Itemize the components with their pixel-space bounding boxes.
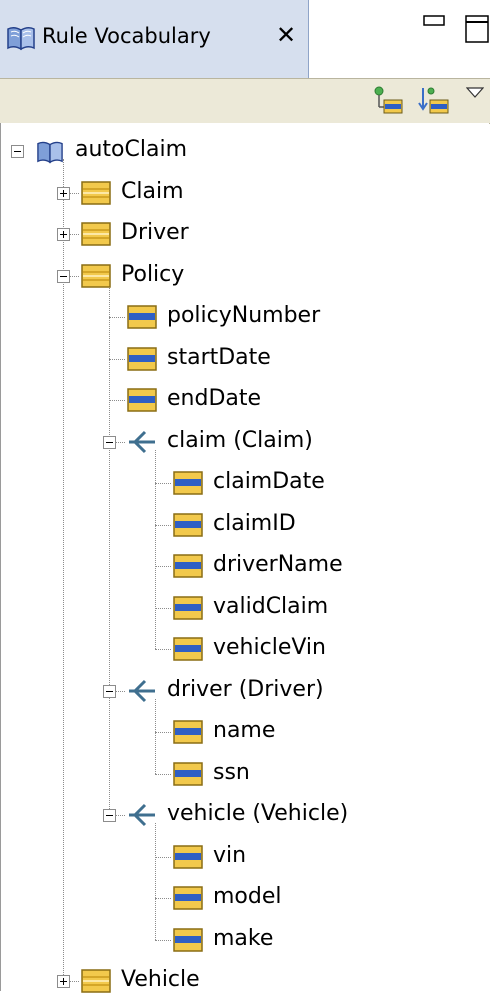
collapse-toggle[interactable] bbox=[103, 435, 116, 449]
entity-icon bbox=[81, 263, 111, 294]
attribute-icon bbox=[173, 844, 203, 875]
entity-icon bbox=[81, 180, 111, 211]
tree-node-label[interactable]: Claim bbox=[121, 179, 184, 205]
attribute-icon bbox=[173, 637, 203, 667]
collapse-toggle[interactable] bbox=[57, 269, 70, 283]
close-icon[interactable]: ✕ bbox=[276, 21, 296, 49]
tree-guide-line bbox=[155, 449, 156, 649]
tree-guide-line bbox=[155, 732, 171, 733]
tree-node-label[interactable]: driver (Driver) bbox=[167, 677, 324, 703]
attribute-icon bbox=[173, 554, 203, 584]
entity-icon bbox=[81, 222, 111, 252]
association-icon bbox=[127, 430, 157, 460]
tree-guide-line bbox=[155, 773, 171, 775]
association-icon bbox=[127, 803, 157, 833]
tab-title: Rule Vocabulary bbox=[42, 24, 211, 48]
tree-node-label[interactable]: claimDate bbox=[213, 469, 325, 495]
tree-guide-line bbox=[155, 649, 171, 650]
tree-node-label[interactable]: model bbox=[213, 884, 282, 910]
entity-icon bbox=[81, 969, 111, 999]
expand-toggle[interactable] bbox=[57, 228, 70, 241]
attribute-icon bbox=[173, 761, 203, 792]
tree-guide-line bbox=[155, 939, 171, 941]
tree-guide-line bbox=[155, 823, 156, 940]
tree-guide-line bbox=[109, 358, 125, 360]
tree-node-label[interactable]: name bbox=[213, 718, 275, 744]
add-term-icon[interactable] bbox=[372, 85, 404, 121]
vocabulary-tree: autoClaim Claim Driver Policy policyNumber st… bbox=[0, 123, 489, 993]
vocabulary-book-icon bbox=[6, 24, 36, 58]
sort-terms-icon[interactable] bbox=[418, 85, 450, 121]
tree-node-label[interactable]: Vehicle bbox=[121, 967, 200, 993]
collapse-toggle[interactable] bbox=[11, 145, 24, 158]
attribute-icon bbox=[127, 388, 157, 418]
attribute-icon bbox=[173, 886, 203, 916]
tree-node-label[interactable]: make bbox=[213, 926, 273, 952]
association-icon bbox=[127, 679, 157, 709]
rule-vocabulary-tab[interactable]: Rule Vocabulary ✕ bbox=[0, 0, 309, 78]
tree-node-label[interactable]: claimID bbox=[213, 511, 296, 537]
tree-guide-line bbox=[109, 400, 125, 401]
collapse-toggle[interactable] bbox=[103, 809, 116, 822]
attribute-icon bbox=[173, 720, 203, 750]
attribute-icon bbox=[173, 512, 203, 543]
tree-node-label[interactable]: driverName bbox=[213, 552, 343, 578]
tree-node-label[interactable]: Policy bbox=[121, 262, 184, 288]
attribute-icon bbox=[173, 595, 203, 626]
tree-node-label[interactable]: endDate bbox=[167, 386, 261, 412]
view-toolbar bbox=[0, 78, 490, 124]
window-controls bbox=[420, 14, 490, 56]
tree-guide-line bbox=[155, 524, 171, 526]
tree-guide-line bbox=[155, 898, 171, 899]
tree-node-label[interactable]: vin bbox=[213, 843, 246, 869]
tree-guide-line bbox=[155, 566, 171, 567]
tree-guide-line bbox=[109, 317, 125, 318]
tree-node-label[interactable]: vehicle (Vehicle) bbox=[167, 801, 348, 827]
tree-node-label[interactable]: validClaim bbox=[213, 594, 328, 620]
expand-toggle[interactable] bbox=[57, 975, 70, 988]
tree-guide-line bbox=[155, 698, 156, 774]
collapse-toggle[interactable] bbox=[103, 684, 116, 698]
attribute-icon bbox=[127, 346, 157, 377]
maximize-icon[interactable] bbox=[465, 15, 489, 43]
expand-toggle[interactable] bbox=[57, 186, 70, 200]
tree-node-label[interactable]: claim (Claim) bbox=[167, 428, 313, 454]
tree-node-label[interactable]: ssn bbox=[213, 760, 250, 786]
tree-node-label[interactable]: startDate bbox=[167, 345, 271, 371]
tree-node-label[interactable]: vehicleVin bbox=[213, 635, 326, 661]
tree-guide-line bbox=[155, 607, 171, 609]
tree-node-label[interactable]: policyNumber bbox=[167, 303, 320, 329]
view-tab-strip: Rule Vocabulary ✕ bbox=[0, 0, 490, 78]
tree-guide-line bbox=[109, 283, 110, 815]
attribute-icon bbox=[173, 471, 203, 501]
tree-guide-line bbox=[155, 483, 171, 484]
minimize-icon[interactable] bbox=[423, 15, 445, 26]
attribute-icon bbox=[173, 927, 203, 958]
tree-node-label[interactable]: Driver bbox=[121, 220, 189, 246]
tree-node-label[interactable]: autoClaim bbox=[75, 137, 187, 163]
view-menu-triangle-icon[interactable] bbox=[465, 85, 485, 104]
tree-guide-line bbox=[155, 856, 171, 858]
vocabulary-book-icon bbox=[35, 139, 65, 171]
attribute-icon bbox=[127, 305, 157, 335]
